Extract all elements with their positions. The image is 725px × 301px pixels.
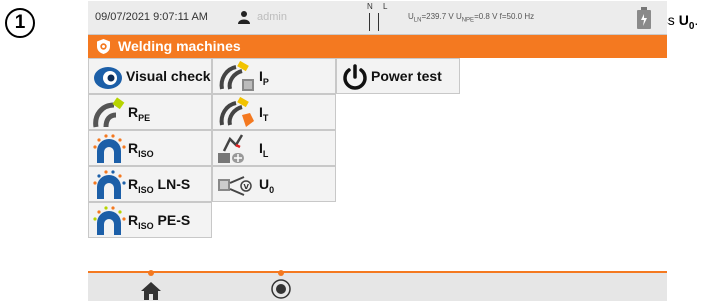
riso-button[interactable]: RISO: [88, 130, 212, 166]
rpe-label: RPE: [128, 104, 151, 123]
ip-button[interactable]: IP: [212, 58, 336, 94]
continuity-probe-icon: [93, 97, 125, 128]
title-bar: Welding machines: [88, 35, 667, 58]
power-test-button[interactable]: Power test: [336, 58, 460, 94]
riso-ln-s-button[interactable]: RISO LN-S: [88, 166, 212, 202]
visual-check-button[interactable]: Visual check: [88, 58, 212, 94]
it-button[interactable]: IT: [212, 94, 336, 130]
instruction-key: U0: [678, 12, 695, 32]
u0-button[interactable]: V U0: [212, 166, 336, 202]
clamp-probe-icon: [219, 61, 254, 91]
page-title: Welding machines: [118, 38, 241, 54]
insulation-icon: [93, 134, 126, 163]
rpe-button[interactable]: RPE: [88, 94, 212, 130]
measurement-readout: ULN=239.7 V UNPE=0.8 V f=50.0 Hz: [408, 12, 535, 24]
il-label: IL: [259, 140, 269, 159]
record-marker: [278, 270, 284, 276]
record-icon[interactable]: [270, 278, 292, 300]
leakage-icon: [218, 134, 244, 163]
il-button[interactable]: IL: [212, 130, 336, 166]
voltage-probe-icon: V: [218, 176, 252, 196]
nl-label: N L: [367, 2, 392, 11]
bottom-bar: [88, 270, 667, 301]
riso-pe-s-button[interactable]: RISO PE-S: [88, 202, 212, 238]
user-icon: [238, 11, 250, 24]
shield-icon: [97, 39, 110, 54]
svg-text:V: V: [244, 183, 250, 191]
riso-ln-s-label: RISO LN-S: [128, 176, 191, 195]
it-label: IT: [259, 104, 269, 123]
home-marker: [148, 270, 154, 276]
battery-icon: [637, 7, 651, 29]
clamp-hand-icon: [219, 97, 254, 127]
u0-label: U0: [259, 176, 275, 195]
power-test-label: Power test: [371, 68, 442, 84]
step-number: 1: [5, 8, 35, 38]
power-icon: [343, 64, 367, 90]
riso-label: RISO: [128, 140, 154, 159]
eye-icon: [94, 67, 122, 89]
instruction-suffix: .: [694, 12, 699, 28]
ip-label: IP: [259, 68, 269, 87]
status-bar: 09/07/2021 9:07:11 AM admin N L ULN=239.…: [88, 1, 667, 35]
user-name: admin: [257, 11, 287, 23]
nl-indicator: N L: [367, 2, 393, 32]
datetime: 09/07/2021 9:07:11 AM: [95, 11, 208, 23]
home-icon[interactable]: [140, 281, 162, 301]
riso-pe-s-label: RISO PE-S: [128, 212, 191, 231]
insulation-icon: [93, 206, 126, 235]
visual-check-label: Visual check: [126, 68, 211, 84]
device-screen: 09/07/2021 9:07:11 AM admin N L ULN=239.…: [88, 1, 667, 301]
insulation-icon: [93, 170, 126, 199]
